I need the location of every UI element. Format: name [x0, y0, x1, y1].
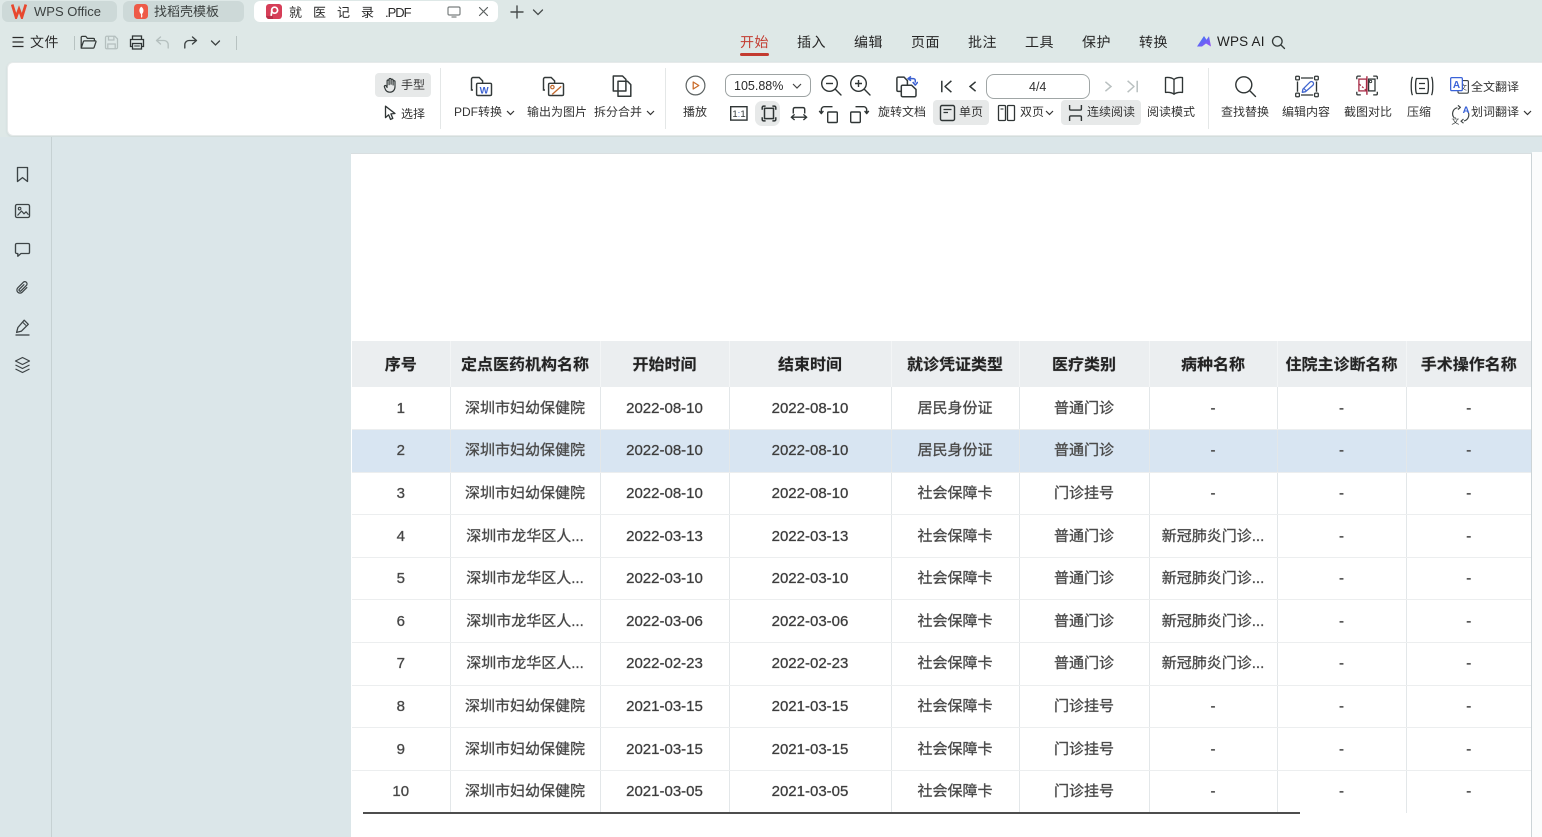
svg-text:A: A [1453, 80, 1460, 91]
svg-text:W: W [480, 85, 489, 96]
svg-text:1:1: 1:1 [732, 109, 745, 120]
svg-text:文: 文 [1451, 117, 1459, 125]
svg-text:A: A [1463, 105, 1470, 116]
